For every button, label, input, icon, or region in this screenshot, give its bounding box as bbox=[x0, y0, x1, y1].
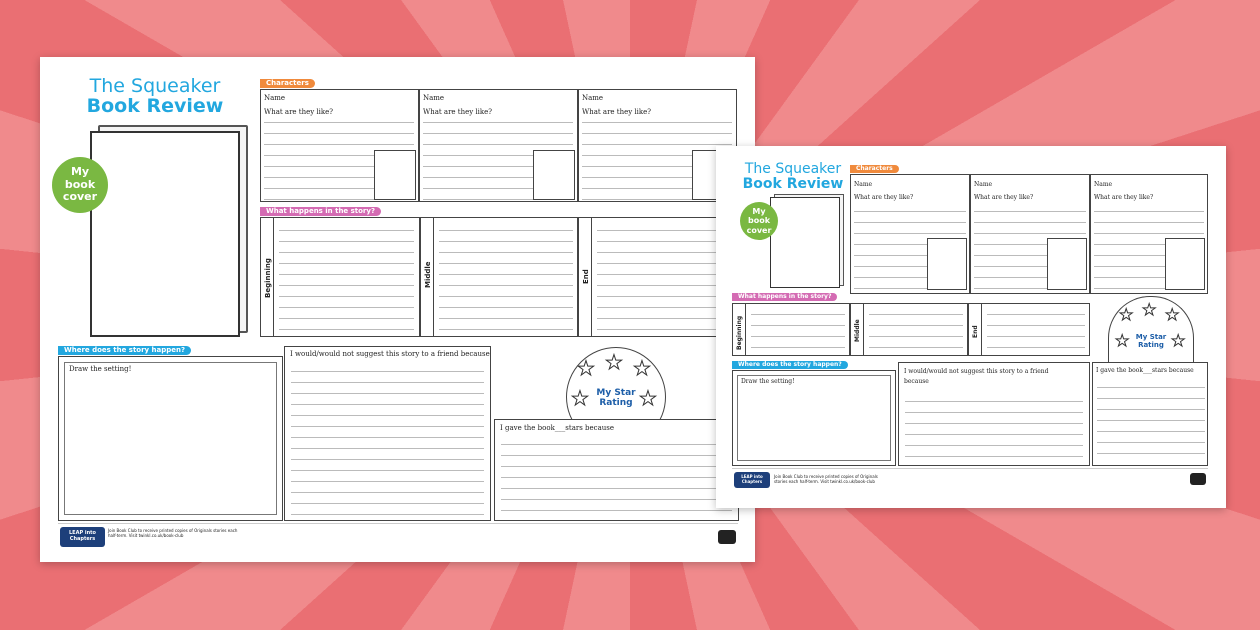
stars-because-box: I gave the book___stars because bbox=[1092, 362, 1208, 466]
story-heading: What happens in the story? bbox=[260, 207, 382, 216]
worksheet-title: The Squeaker Book Review bbox=[80, 75, 230, 117]
story-end-box: End bbox=[968, 303, 1090, 356]
like-label: What are they like? bbox=[974, 194, 1034, 201]
star-icon: ★ bbox=[1118, 305, 1134, 325]
star-icon: ★ bbox=[577, 356, 596, 381]
worksheet-small: The Squeaker Book Review My book cover C… bbox=[716, 146, 1226, 508]
story-middle-box: Middle bbox=[420, 217, 578, 337]
suggest-label: I would/would not suggest this story to … bbox=[904, 368, 1049, 385]
title-line2: Book Review bbox=[86, 94, 224, 117]
name-label: Name bbox=[854, 181, 873, 188]
book-cover-frame bbox=[770, 194, 845, 289]
characters-heading: Characters bbox=[850, 165, 899, 173]
draw-setting-label: Draw the setting! bbox=[741, 378, 795, 385]
character-box-2: Name What are they like? bbox=[419, 89, 578, 202]
middle-label: Middle bbox=[854, 319, 861, 342]
character-box-2: Name What are they like? bbox=[970, 174, 1090, 294]
star-icon: ★ bbox=[605, 350, 624, 375]
name-label: Name bbox=[423, 94, 445, 102]
setting-box: Draw the setting! bbox=[732, 370, 896, 466]
title-line1: The Squeaker bbox=[89, 75, 221, 97]
setting-box: Draw the setting! bbox=[58, 356, 283, 521]
draw-setting-label: Draw the setting! bbox=[69, 365, 132, 373]
story-end-box: End bbox=[578, 217, 737, 337]
end-label: End bbox=[582, 269, 590, 284]
end-label: End bbox=[972, 325, 979, 338]
suggest-label: I would/would not suggest this story to … bbox=[290, 350, 490, 358]
character-box-1: Name What are they like? bbox=[850, 174, 970, 294]
story-beginning-box: Beginning bbox=[260, 217, 420, 337]
cover-badge: My book cover bbox=[740, 202, 778, 240]
character-box-3: Name What are they like? bbox=[578, 89, 737, 202]
suggest-box: I would/would not suggest this story to … bbox=[284, 346, 491, 521]
character-drawing-box bbox=[1047, 238, 1087, 290]
character-drawing-box bbox=[533, 150, 575, 200]
like-label: What are they like? bbox=[854, 194, 914, 201]
twinkl-logo bbox=[718, 530, 736, 544]
worksheet-large: The Squeaker Book Review My book cover C… bbox=[40, 57, 755, 562]
book-cover-frame bbox=[90, 125, 250, 337]
leap-chapters-logo: LEAP into Chapters bbox=[60, 527, 105, 547]
like-label: What are they like? bbox=[1094, 194, 1154, 201]
star-icon: ★ bbox=[633, 356, 652, 381]
name-label: Name bbox=[974, 181, 993, 188]
footer-text: Join Book Club to receive printed copies… bbox=[108, 528, 238, 538]
stars-because-box: I gave the book___stars because bbox=[494, 419, 739, 521]
leap-chapters-logo: LEAP into Chapters bbox=[734, 472, 770, 488]
character-drawing-box bbox=[927, 238, 967, 290]
character-box-3: Name What are they like? bbox=[1090, 174, 1208, 294]
worksheet-title: The Squeaker Book Review bbox=[738, 162, 848, 191]
beginning-label: Beginning bbox=[736, 315, 743, 350]
title-line1: The Squeaker bbox=[744, 161, 842, 177]
middle-label: Middle bbox=[424, 261, 432, 288]
stars-because-label: I gave the book___stars because bbox=[500, 424, 615, 432]
name-label: Name bbox=[582, 94, 604, 102]
cover-badge: My book cover bbox=[52, 157, 108, 213]
story-heading: What happens in the story? bbox=[732, 293, 838, 301]
character-drawing-box bbox=[374, 150, 416, 200]
stars-because-label: I gave the book___stars because bbox=[1096, 367, 1194, 374]
star-rating: ★ ★ ★ ★ ★ My Star Rating bbox=[1108, 296, 1194, 363]
star-icon: ★ bbox=[1141, 300, 1157, 320]
name-label: Name bbox=[264, 94, 286, 102]
twinkl-logo bbox=[1190, 473, 1206, 485]
rating-label: My Star Rating bbox=[596, 388, 636, 408]
title-line2: Book Review bbox=[742, 175, 844, 192]
character-box-1: Name What are they like? bbox=[260, 89, 419, 202]
suggest-box: I would/would not suggest this story to … bbox=[898, 362, 1090, 466]
name-label: Name bbox=[1094, 181, 1113, 188]
beginning-label: Beginning bbox=[264, 258, 272, 298]
story-middle-box: Middle bbox=[850, 303, 968, 356]
star-icon: ★ bbox=[1164, 305, 1180, 325]
character-drawing-box bbox=[1165, 238, 1205, 290]
footer-text: Join Book Club to receive printed copies… bbox=[774, 474, 878, 484]
characters-heading: Characters bbox=[260, 79, 315, 88]
setting-heading: Where does the story happen? bbox=[732, 361, 848, 369]
story-beginning-box: Beginning bbox=[732, 303, 850, 356]
setting-heading: Where does the story happen? bbox=[58, 346, 192, 355]
rating-label: My Star Rating bbox=[1135, 333, 1167, 349]
